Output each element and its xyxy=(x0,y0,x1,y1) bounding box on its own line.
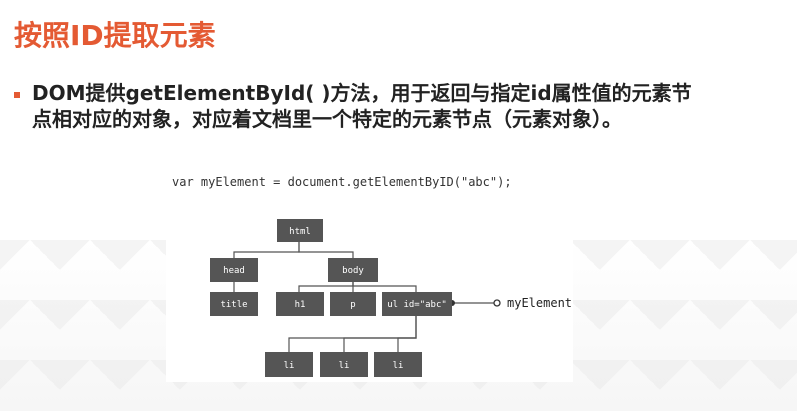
edge-ul-li2 xyxy=(343,316,417,352)
node-li-1-label: li xyxy=(284,361,295,371)
edge-ul-li1 xyxy=(288,316,417,352)
pointer-endpoint xyxy=(493,299,501,307)
pointer-label: myElement xyxy=(507,296,572,310)
node-head: head xyxy=(210,258,258,282)
node-li-3-label: li xyxy=(393,361,404,371)
node-title: title xyxy=(210,292,258,316)
edge-html-head xyxy=(233,242,300,258)
node-h1-label: h1 xyxy=(295,300,306,310)
node-li-1: li xyxy=(265,352,313,377)
node-li-2: li xyxy=(320,352,368,377)
node-body: body xyxy=(328,258,378,282)
dom-tree-diagram: html head body title h1 p ul id="abc" li… xyxy=(210,219,572,377)
node-ul: ul id="abc" xyxy=(382,292,452,316)
node-body-label: body xyxy=(342,266,364,276)
edge-body-ul xyxy=(352,282,417,292)
node-li-2-label: li xyxy=(339,361,350,371)
edge-body-h1 xyxy=(298,282,354,292)
node-p: p xyxy=(330,292,376,316)
node-ul-label: ul id="abc" xyxy=(387,300,447,310)
node-head-label: head xyxy=(223,266,245,276)
edge-html-body xyxy=(298,242,354,258)
node-h1: h1 xyxy=(276,292,324,316)
node-title-label: title xyxy=(220,300,247,310)
node-p-label: p xyxy=(350,300,355,310)
node-li-3: li xyxy=(374,352,422,377)
edge-ul-li3 xyxy=(397,316,417,352)
node-html: html xyxy=(277,219,323,242)
node-html-label: html xyxy=(289,227,311,237)
